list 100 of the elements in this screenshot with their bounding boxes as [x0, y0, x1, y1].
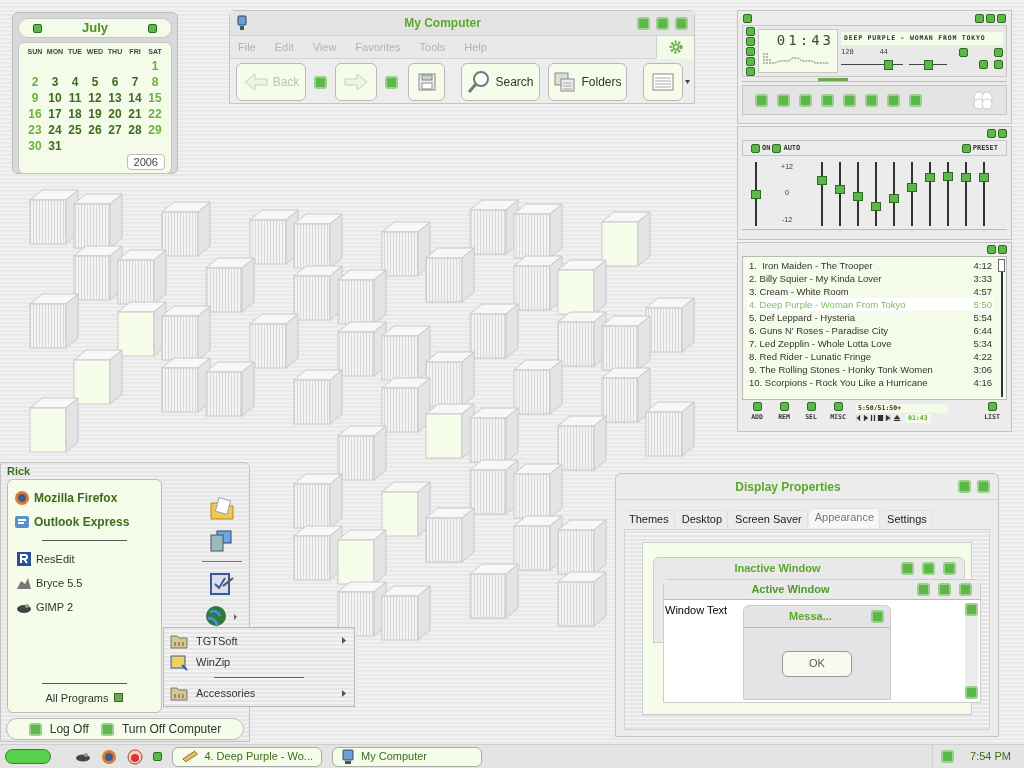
- program-item[interactable]: Mozilla Firefox: [8, 486, 161, 510]
- minimize-button[interactable]: [975, 13, 984, 23]
- calendar-day[interactable]: 27: [105, 122, 125, 138]
- repeat-button[interactable]: [994, 60, 1003, 70]
- previous-month-button[interactable]: [33, 23, 42, 33]
- playlist-row[interactable]: 7. Led Zepplin - Whole Lotta Love 5:34: [747, 337, 993, 350]
- playlist-button[interactable]: [987, 402, 997, 411]
- playlist-button[interactable]: [752, 402, 762, 411]
- session-button[interactable]: Turn Off Computer: [100, 720, 222, 738]
- close-button[interactable]: [998, 245, 1007, 254]
- playlist-row[interactable]: 10. Scorpions - Rock You Like a Hurricane 4:16: [747, 376, 993, 389]
- all-programs-button[interactable]: All Programs: [8, 689, 161, 706]
- shade-button[interactable]: [987, 129, 996, 138]
- calendar-day[interactable]: 14: [125, 90, 145, 106]
- start-button[interactable]: [5, 749, 51, 764]
- band-slider[interactable]: [853, 192, 863, 202]
- checklist-icon[interactable]: [208, 570, 235, 596]
- quick-launch-button[interactable]: [153, 752, 162, 761]
- calendar-day[interactable]: 26: [85, 122, 105, 138]
- playlist-row[interactable]: 9. The Rolling Stones - Honky Tonk Women 3:06: [747, 363, 993, 376]
- band-slider[interactable]: [961, 173, 971, 182]
- submenu-item[interactable]: TGTSoft: [164, 630, 354, 652]
- playlist-row[interactable]: 1. Iron Maiden - The Trooper 4:12: [747, 259, 993, 272]
- program-item[interactable]: GIMP 2: [8, 595, 161, 619]
- save-button[interactable]: [408, 63, 445, 101]
- session-button[interactable]: Log Off: [28, 720, 89, 738]
- calendar-day[interactable]: 5: [85, 74, 105, 90]
- stereo-button[interactable]: [994, 48, 1003, 57]
- calendar-day[interactable]: 12: [85, 90, 105, 106]
- scrollbar-thumb[interactable]: [998, 259, 1005, 272]
- program-item[interactable]: Outlook Express: [8, 510, 161, 534]
- playlist-row[interactable]: 5. Def Leppard - Hysteria 5:54: [747, 311, 993, 324]
- playlist-row[interactable]: 3. Cream - White Room 4:57: [747, 285, 993, 298]
- playlist-button[interactable]: [779, 402, 789, 411]
- calendar-day[interactable]: 11: [65, 90, 85, 106]
- tab[interactable]: Appearance: [809, 508, 881, 528]
- calendar-day[interactable]: 18: [65, 106, 85, 122]
- shuffle-button[interactable]: [979, 60, 988, 70]
- close-button[interactable]: [997, 13, 1006, 23]
- band-slider[interactable]: [817, 175, 827, 185]
- playlist-row[interactable]: 6. Guns N' Roses - Paradise City 6:44: [747, 324, 993, 337]
- taskbar-button[interactable]: 4. Deep Purple - Wo...: [172, 746, 322, 767]
- tab[interactable]: Themes: [624, 510, 675, 528]
- shade-button[interactable]: [986, 13, 995, 23]
- band-slider[interactable]: [835, 185, 845, 195]
- band-slider[interactable]: [907, 182, 917, 192]
- tab[interactable]: Settings: [882, 510, 933, 528]
- folder-icon[interactable]: [208, 497, 235, 521]
- close-button[interactable]: [998, 129, 1007, 138]
- folders-button[interactable]: Folders: [548, 63, 627, 101]
- playlist-row[interactable]: 8. Red Rider - Lunatic Fringe 4:22: [747, 350, 993, 363]
- computer-icon[interactable]: [208, 529, 235, 553]
- calendar-day[interactable]: 4: [65, 74, 85, 90]
- fox-globe-icon[interactable]: [101, 748, 117, 765]
- eq-on-toggle[interactable]: [751, 143, 760, 153]
- seek-slider[interactable]: [817, 78, 848, 81]
- search-button[interactable]: Search: [461, 63, 540, 101]
- band-slider[interactable]: [979, 173, 989, 182]
- mono-button[interactable]: [959, 48, 968, 57]
- calendar-day[interactable]: 19: [85, 106, 105, 122]
- calendar-day[interactable]: 31: [45, 138, 65, 154]
- calendar-day[interactable]: 13: [105, 90, 125, 106]
- calendar-day[interactable]: 25: [65, 122, 85, 138]
- tab[interactable]: Screen Saver: [730, 510, 808, 528]
- ok-button[interactable]: OK: [782, 650, 852, 677]
- cube-drawing: [381, 221, 431, 277]
- program-item[interactable]: ResEdit: [8, 547, 161, 571]
- calendar-day[interactable]: 24: [45, 122, 65, 138]
- media-player-icon[interactable]: [127, 748, 143, 765]
- animal-icon[interactable]: [75, 750, 91, 763]
- tab[interactable]: Desktop: [676, 510, 729, 528]
- year-field[interactable]: 2006: [126, 153, 165, 170]
- volume-slider[interactable]: [884, 59, 894, 70]
- calendar-day[interactable]: 21: [125, 106, 145, 122]
- band-slider[interactable]: [889, 193, 899, 203]
- band-slider[interactable]: [943, 171, 953, 181]
- band-slider[interactable]: [925, 173, 935, 182]
- calendar-day[interactable]: 3: [45, 74, 65, 90]
- calendar-day[interactable]: 28: [125, 122, 145, 138]
- balance-slider[interactable]: [923, 59, 933, 70]
- preamp-slider[interactable]: [751, 189, 761, 199]
- calendar-day[interactable]: 10: [45, 90, 65, 106]
- calendar-day[interactable]: 6: [105, 74, 125, 90]
- playlist-button[interactable]: [806, 402, 816, 411]
- submenu-item[interactable]: WinZip: [164, 651, 354, 674]
- playlist-button[interactable]: [833, 402, 843, 411]
- calendar-day[interactable]: 20: [105, 106, 125, 122]
- taskbar-button[interactable]: My Computer: [332, 746, 482, 767]
- submenu-item[interactable]: Accessories: [164, 682, 354, 704]
- mini-transport-icon[interactable]: [856, 415, 902, 422]
- shade-button[interactable]: [987, 245, 996, 254]
- eq-auto-toggle[interactable]: [772, 143, 782, 153]
- preset-button[interactable]: [961, 143, 971, 153]
- calendar-day[interactable]: 17: [45, 106, 65, 122]
- playlist-row[interactable]: 2. Billy Squier - My Kinda Lover 3:33: [747, 272, 993, 285]
- band-slider[interactable]: [871, 202, 881, 212]
- menu-button[interactable]: [743, 13, 752, 23]
- calendar-day[interactable]: 7: [125, 74, 145, 90]
- next-month-button[interactable]: [148, 23, 157, 33]
- program-item[interactable]: Bryce 5.5: [8, 571, 161, 595]
